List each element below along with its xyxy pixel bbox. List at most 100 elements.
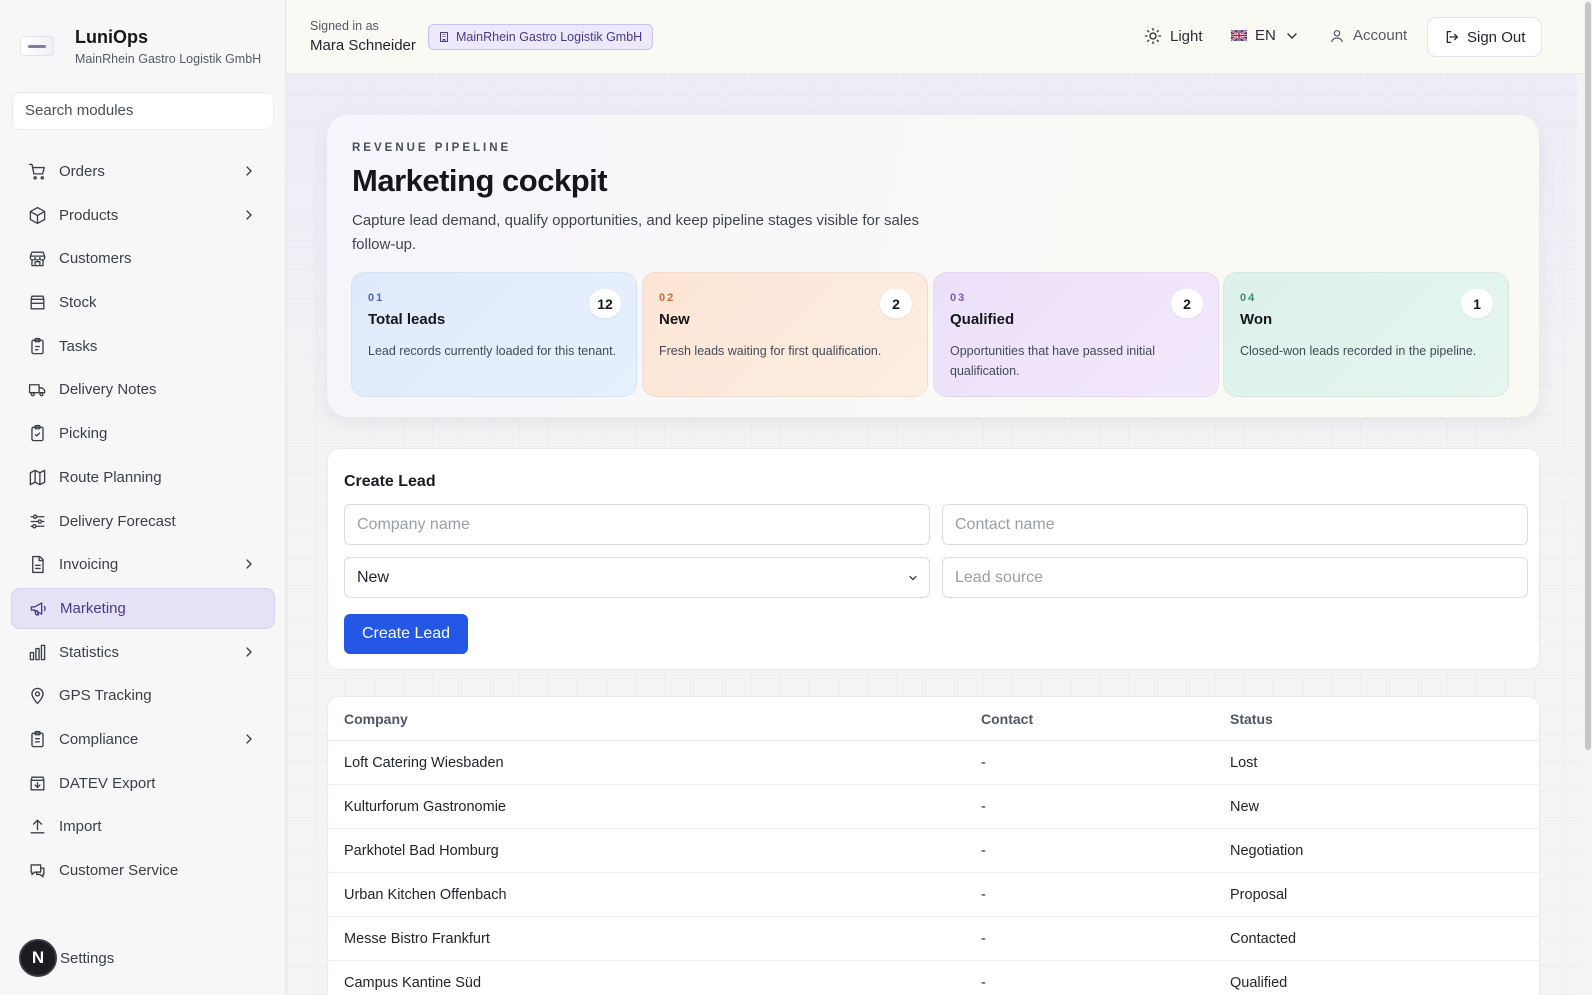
search-modules-input[interactable]: Search modules [12,92,274,130]
sidebar-item-label: GPS Tracking [59,687,152,705]
contact-name-input[interactable]: Contact name [942,504,1528,545]
cell-company: Kulturforum Gastronomie [344,799,506,815]
column-header-company[interactable]: Company [344,711,408,727]
cell-contact: - [981,843,986,859]
sidebar-item-customers[interactable]: Customers [11,238,275,279]
sidebar-item-picking[interactable]: Picking [11,413,275,454]
sidebar-item-delivery-forecast[interactable]: Delivery Forecast [11,501,275,542]
brand[interactable]: LuniOps MainRhein Gastro Logistik GmbH [20,26,261,66]
hero-description: Capture lead demand, qualify opportuniti… [352,212,920,253]
sidebar-item-tasks[interactable]: Tasks [11,326,275,367]
building-icon [440,32,448,42]
sliders-icon [27,511,47,531]
chevron-right-icon [246,559,252,569]
sidebar-item-label: Marketing [60,599,126,617]
sidebar-item-label: DATEV Export [59,774,156,792]
map-icon [27,467,47,487]
sidebar-item-import[interactable]: Import [11,806,275,847]
archive-icon [27,293,47,313]
brand-logo [20,36,54,56]
sidebar-item-label: Stock [59,294,97,312]
scrollbar-thumb[interactable] [1585,2,1591,750]
lead-source-input[interactable]: Lead source [942,557,1528,598]
sidebar-item-label: Delivery Forecast [59,512,176,530]
create-lead-button[interactable]: Create Lead [344,614,468,654]
lead-status-select[interactable]: New [344,557,930,598]
table-row[interactable]: Kulturforum Gastronomie - New [328,785,1539,829]
sidebar-item-products[interactable]: Products [11,195,275,236]
cart-icon [27,162,47,182]
sidebar-item-compliance[interactable]: Compliance [11,719,275,760]
sidebar-item-label: Route Planning [59,468,162,486]
settings-label[interactable]: Settings [60,950,114,967]
create-lead-form: Create Lead Company name Contact name Ne… [327,448,1540,670]
cell-status: Lost [1230,755,1258,771]
cell-company: Loft Catering Wiesbaden [344,755,504,771]
sidebar-item-delivery-notes[interactable]: Delivery Notes [11,369,275,410]
chevron-down-icon [909,575,917,581]
theme-toggle[interactable]: Light [1144,27,1203,45]
marketing-hero: REVENUE PIPELINE Marketing cockpit Captu… [326,114,1540,418]
cell-contact: - [981,887,986,903]
tenant-badge-label: MainRhein Gastro Logistik GmbH [456,30,643,44]
table-row[interactable]: Urban Kitchen Offenbach - Proposal [328,873,1539,917]
company-name-input[interactable]: Company name [344,504,930,545]
avatar[interactable]: N [19,939,57,977]
cell-company: Urban Kitchen Offenbach [344,887,507,903]
stat-count: 1 [1461,289,1493,318]
stat-title: Won [1240,311,1273,328]
cell-contact: - [981,975,986,991]
sidebar-item-label: Statistics [59,643,120,661]
column-header-contact[interactable]: Contact [981,711,1033,727]
sidebar-item-datev-export[interactable]: DATEV Export [11,763,275,804]
sidebar-settings[interactable]: N Settings [19,939,114,977]
sidebar-item-statistics[interactable]: Statistics [11,632,275,673]
stat-count: 2 [1171,289,1203,318]
clipboard-list-icon [27,729,47,749]
stat-card-qualified: 03 Qualified 2 Opportunities that have p… [933,272,1219,397]
chevron-right-icon [246,734,252,744]
sidebar-item-label: Orders [59,163,105,180]
sidebar-item-label: Import [59,818,102,836]
language-label: EN [1255,27,1276,44]
brand-name: LuniOps [75,27,148,47]
sidebar-item-label: Picking [59,425,108,443]
sidebar-item-customer-service[interactable]: Customer Service [11,850,275,891]
stat-title: Total leads [368,311,446,328]
tenant-badge: MainRhein Gastro Logistik GmbH [428,24,654,50]
create-lead-title: Create Lead [344,473,436,490]
chevron-right-icon [246,210,252,220]
sidebar-item-route-planning[interactable]: Route Planning [11,457,275,498]
sidebar-item-label: Customer Service [59,862,179,879]
column-header-status[interactable]: Status [1230,711,1273,727]
stat-title: New [659,311,690,328]
language-select[interactable]: EN [1231,27,1300,44]
sidebar-item-stock[interactable]: Stock [11,282,275,323]
table-row[interactable]: Messe Bistro Frankfurt - Contacted [328,917,1539,961]
sidebar-item-marketing[interactable]: Marketing [11,587,275,629]
table-row[interactable]: Campus Kantine Süd - Qualified [328,961,1539,995]
account-link[interactable]: Account [1329,27,1407,44]
stat-number: 03 [950,292,967,304]
page-scrollbar[interactable] [1584,0,1592,995]
sidebar-item-orders[interactable]: Orders [11,151,275,192]
download-box-icon [27,773,47,793]
table-row[interactable]: Loft Catering Wiesbaden - Lost [328,741,1539,785]
stat-number: 04 [1240,292,1257,304]
sidebar-item-gps-tracking[interactable]: GPS Tracking [11,675,275,716]
chevron-down-icon [1287,32,1297,39]
brand-tenant: MainRhein Gastro Logistik GmbH [75,52,262,66]
table-row[interactable]: Parkhotel Bad Homburg - Negotiation [328,829,1539,873]
sidebar-item-invoicing[interactable]: Invoicing [11,544,275,585]
sign-out-button[interactable]: Sign Out [1427,17,1543,57]
sidebar-item-label: Products [59,206,119,224]
clipboard-check-icon [27,424,47,444]
stat-number: 02 [659,292,676,304]
chat-icon [27,861,47,881]
stat-title: Qualified [950,311,1015,328]
topbar: Signed in as Mara Schneider MainRhein Ga… [287,0,1592,74]
stat-card-total-leads: 01 Total leads 12 Lead records currently… [351,272,637,397]
logout-icon [1446,31,1458,43]
cell-contact: - [981,799,986,815]
lead-status-value: New [357,568,390,586]
